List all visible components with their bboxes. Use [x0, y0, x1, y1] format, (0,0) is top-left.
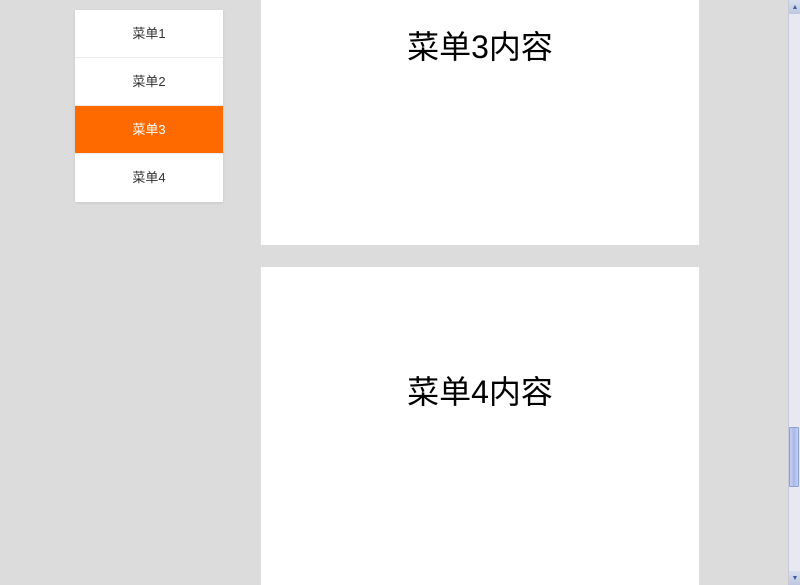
scroll-down-arrow-icon[interactable]: ▼	[789, 571, 800, 585]
vertical-scrollbar[interactable]: ▲ ▼	[788, 0, 800, 585]
page-viewport: 菜单1 菜单2 菜单3 菜单4 菜单3内容 菜单4内容	[0, 0, 788, 585]
menu-item-1[interactable]: 菜单1	[75, 10, 223, 58]
content-panel-title: 菜单3内容	[407, 29, 553, 65]
content-area: 菜单3内容 菜单4内容	[261, 0, 699, 585]
content-panel-3: 菜单3内容	[261, 0, 699, 245]
scroll-thumb[interactable]	[789, 427, 799, 487]
menu-item-2[interactable]: 菜单2	[75, 58, 223, 106]
content-panel-4: 菜单4内容	[261, 267, 699, 585]
menu-item-4[interactable]: 菜单4	[75, 154, 223, 202]
content-panel-title: 菜单4内容	[407, 374, 553, 410]
scroll-up-arrow-icon[interactable]: ▲	[789, 0, 800, 14]
sidebar-menu: 菜单1 菜单2 菜单3 菜单4	[75, 10, 223, 202]
menu-item-3[interactable]: 菜单3	[75, 106, 223, 154]
